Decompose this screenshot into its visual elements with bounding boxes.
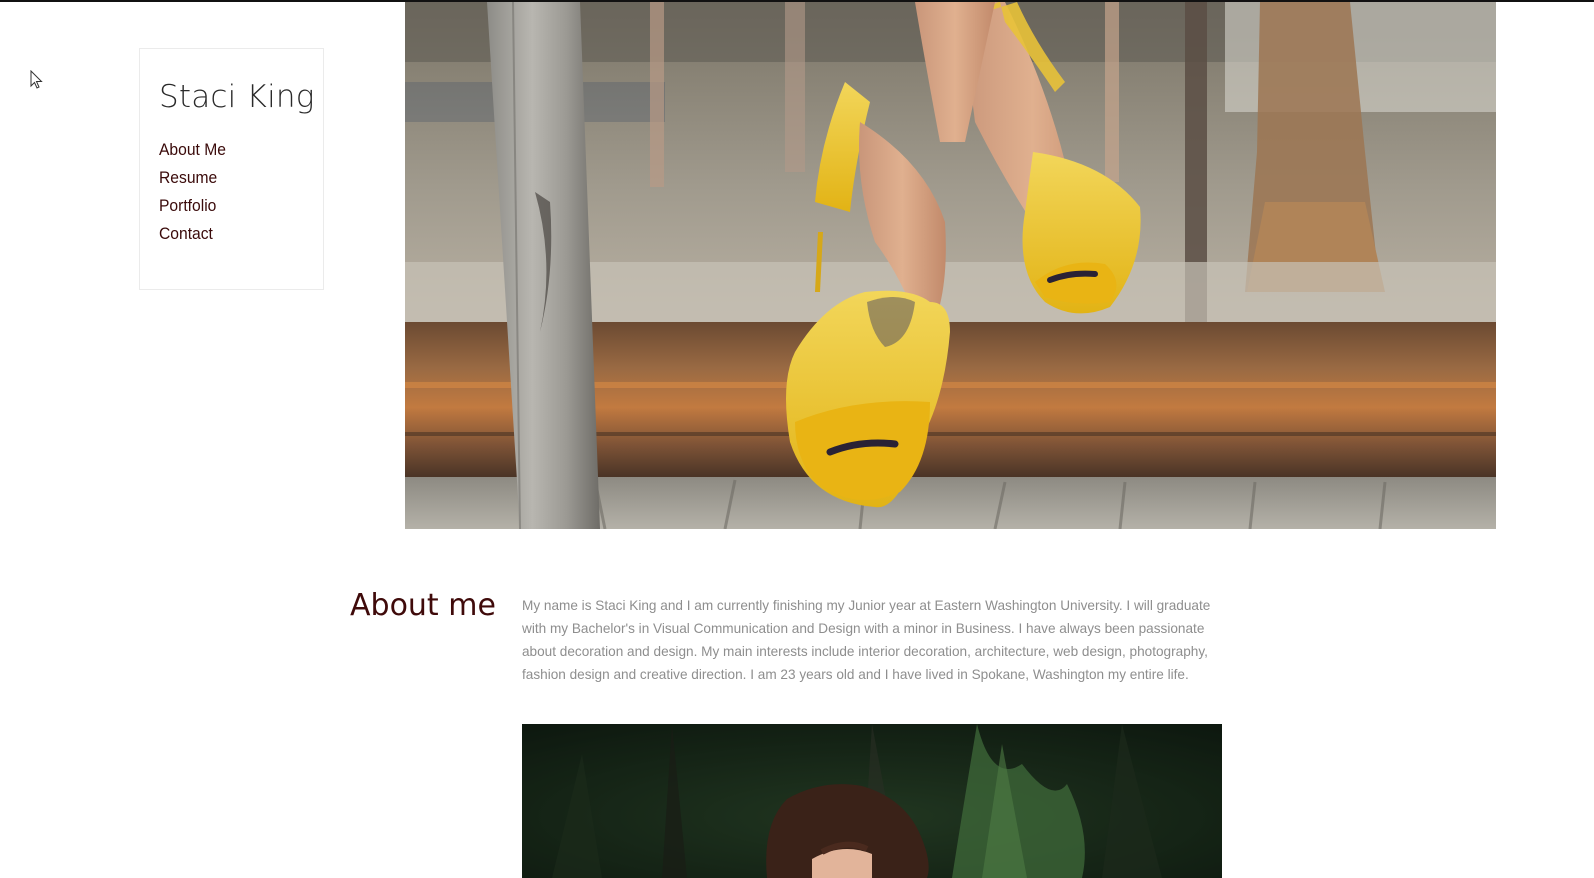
hero-photo-illustration	[405, 2, 1496, 529]
nav-item-contact[interactable]: Contact	[159, 220, 226, 248]
portrait-photo-illustration	[522, 724, 1222, 878]
hero-photo	[405, 2, 1496, 529]
nav-item-about-me[interactable]: About Me	[159, 136, 226, 164]
portrait-photo	[522, 724, 1222, 878]
site-title[interactable]: Staci King	[159, 79, 315, 115]
nav-list: About Me Resume Portfolio Contact	[159, 136, 232, 248]
nav-item-portfolio[interactable]: Portfolio	[159, 192, 226, 220]
nav-item-resume[interactable]: Resume	[159, 164, 226, 192]
site-navigation: Staci King About Me Resume Portfolio Con…	[139, 48, 324, 290]
about-heading: About me	[350, 588, 496, 623]
about-body: My name is Staci King and I am currently…	[522, 598, 1211, 682]
mouse-cursor-icon	[30, 70, 43, 89]
